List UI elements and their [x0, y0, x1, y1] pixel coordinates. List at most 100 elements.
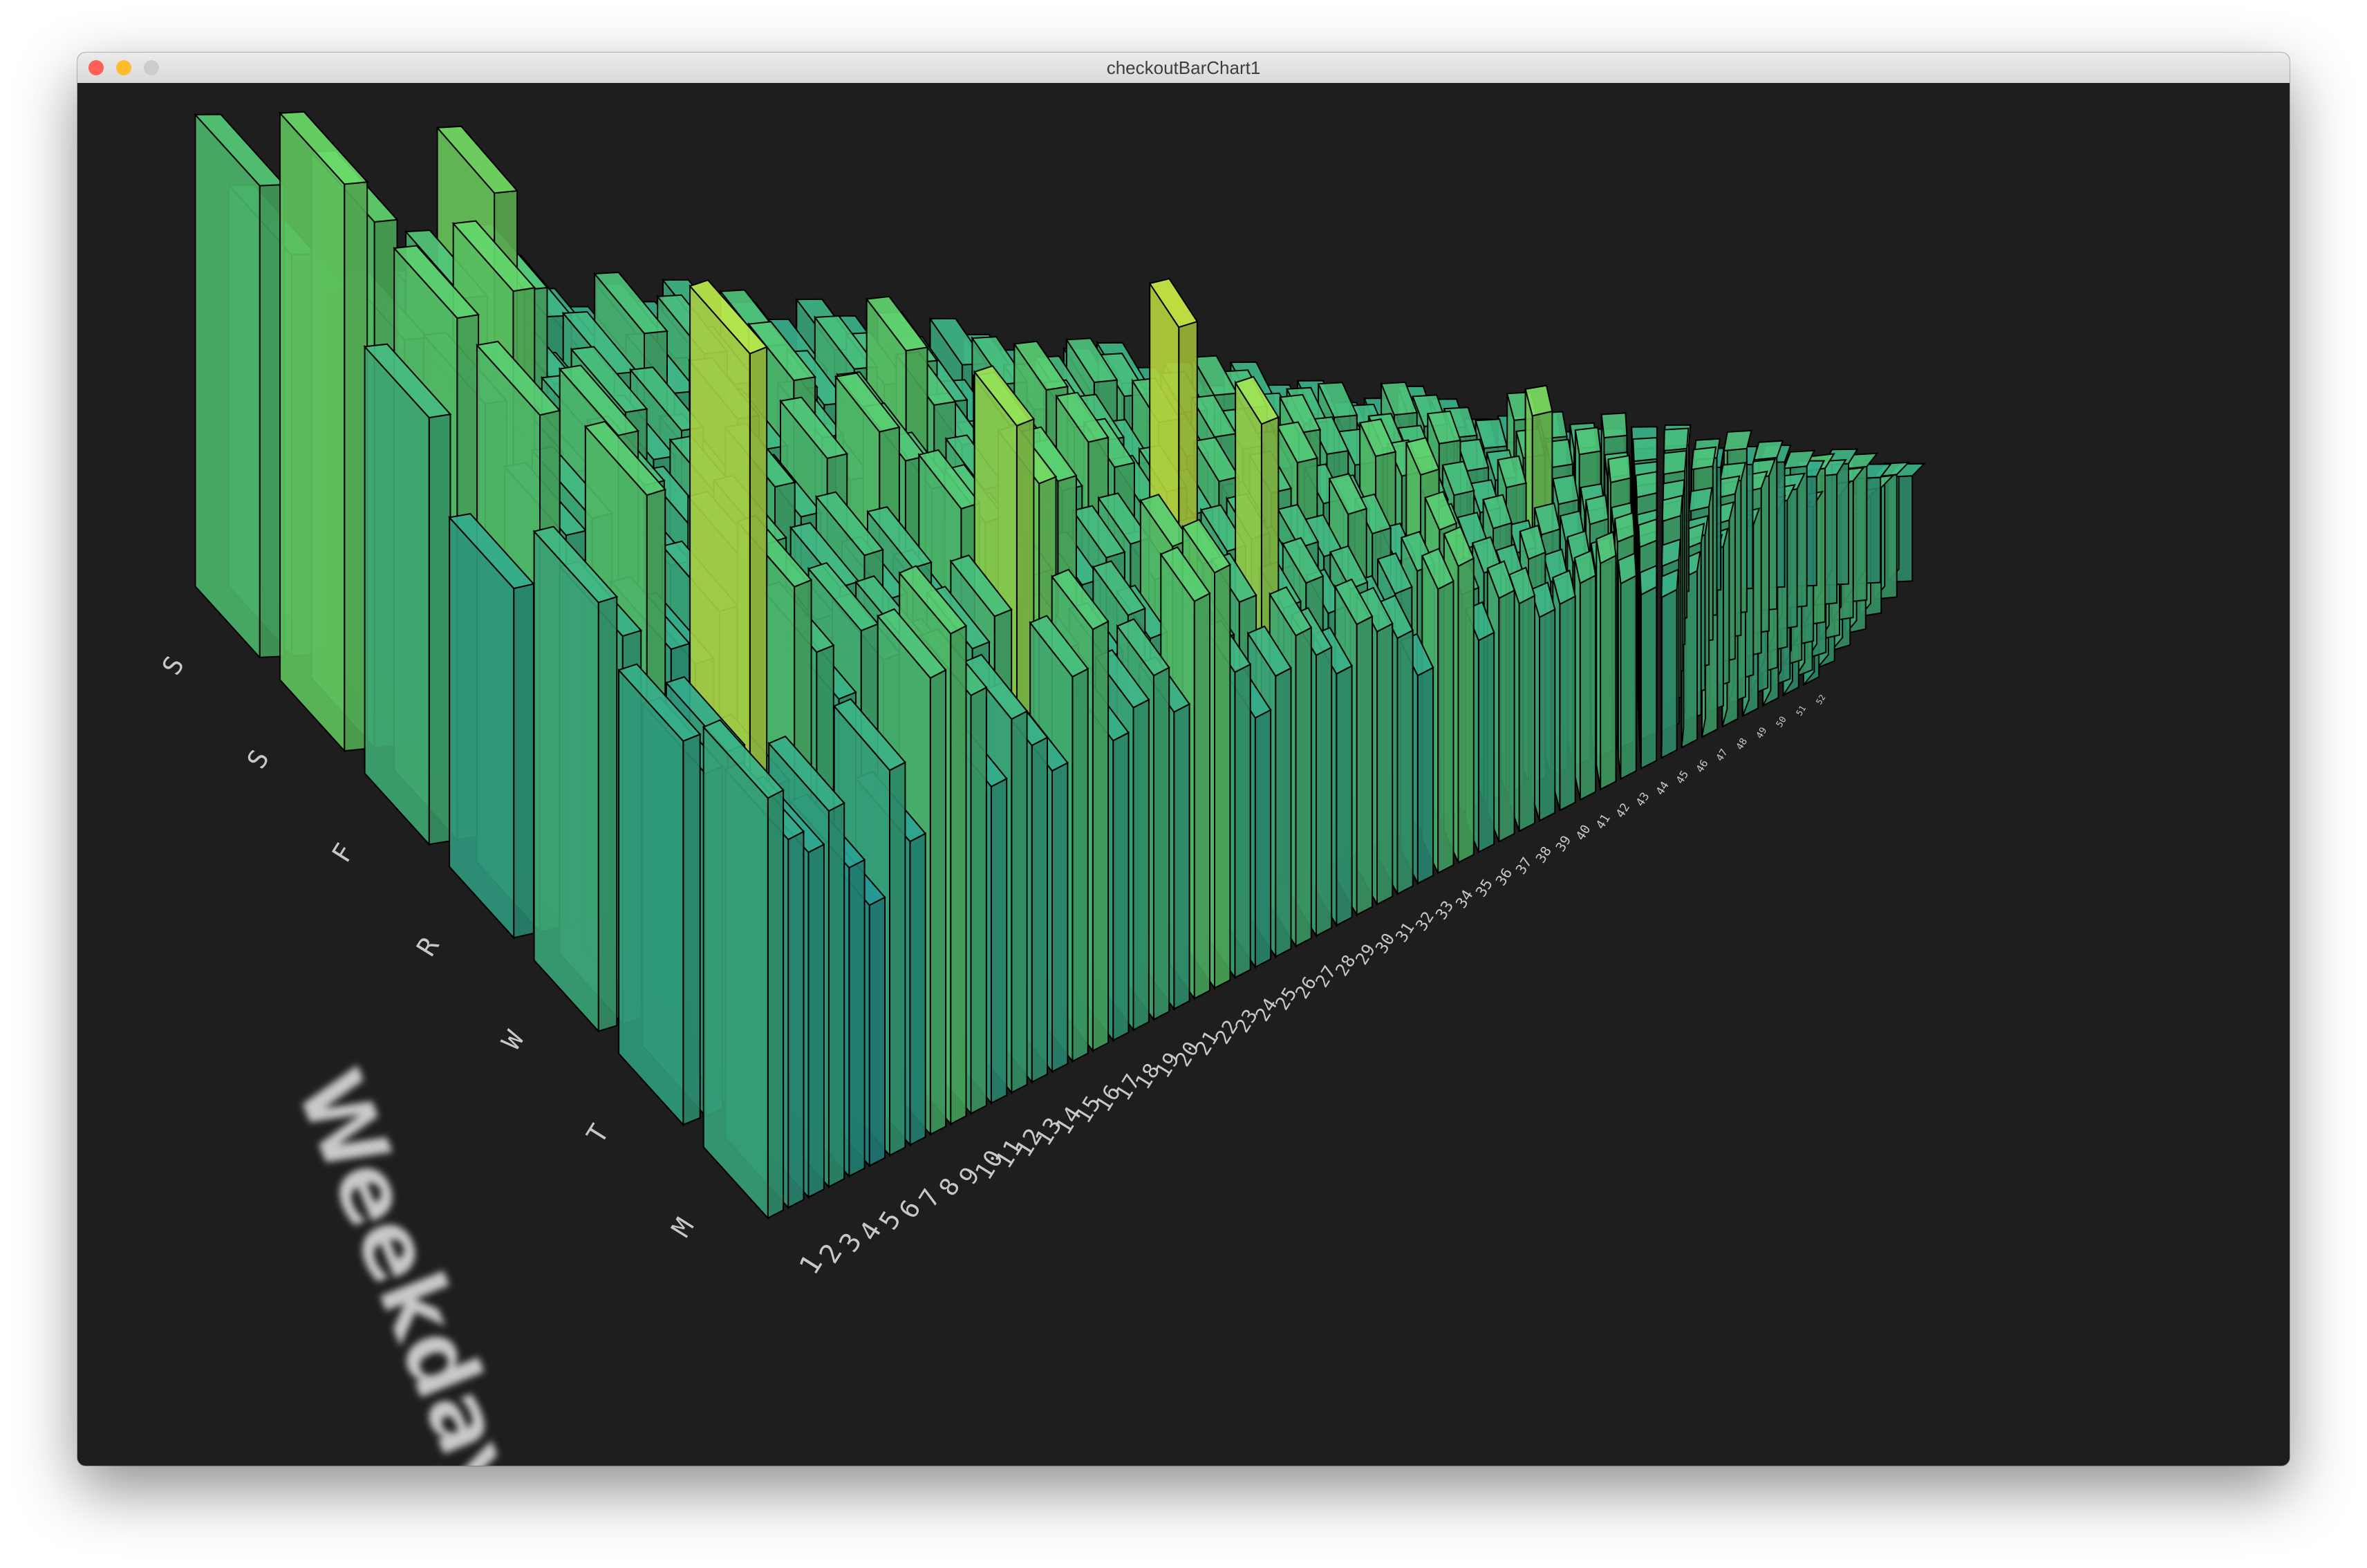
week-tick-label: 44 — [1653, 779, 1671, 798]
bar-front-face — [1416, 666, 1434, 885]
bar-side-face — [702, 725, 769, 1220]
bar-front-face — [1640, 586, 1658, 770]
bar-side-face — [1596, 539, 1602, 790]
bar-side-face — [449, 515, 515, 940]
bar-chart-3d[interactable]: MTWRFSS123456789101112131415161718192021… — [77, 83, 2290, 1466]
bar-top-face — [1635, 471, 1658, 498]
bar-front-face — [848, 858, 866, 1178]
bar-front-face — [767, 789, 785, 1220]
bar-front-face — [1376, 622, 1394, 906]
bar-front-face — [1275, 666, 1292, 958]
bar-front-face — [1193, 592, 1210, 1000]
bar — [1552, 569, 1576, 812]
week-tick-label: 49 — [1755, 726, 1769, 741]
bar — [278, 111, 369, 753]
bar-front-face — [1559, 595, 1576, 812]
chart-canvas[interactable]: M T W R F S S 1 2 3 4 5 6 7 8 9 10 11 12 13 14 15 16 17 18 19 20 21… — [77, 83, 2290, 1466]
week-tick-label: 42 — [1613, 801, 1633, 820]
week-tick-label: 37 — [1512, 855, 1535, 877]
bar-front-face — [1112, 731, 1130, 1042]
bar-side-face — [533, 530, 599, 1034]
weekday-tick-label: F — [326, 838, 359, 868]
bar-front-face — [1600, 554, 1617, 791]
bars-layer — [194, 111, 1926, 1220]
bar-side-face — [279, 111, 346, 753]
bar — [1660, 568, 1679, 760]
weekday-tick-label: M — [666, 1213, 700, 1242]
bar — [194, 113, 286, 660]
week-tick-label: 50 — [1775, 715, 1789, 729]
week-tick-label: 47 — [1714, 747, 1730, 763]
bar-side-face — [194, 113, 261, 660]
week-tick-label: 40 — [1573, 823, 1594, 843]
bar-front-face — [1336, 664, 1353, 927]
week-tick-label: 43 — [1633, 790, 1652, 809]
bar — [448, 513, 535, 940]
week-tick-label: 52 — [1814, 693, 1827, 706]
bar-side-face — [1617, 560, 1622, 779]
weekday-tick-label: W — [496, 1025, 530, 1055]
bar-front-face — [1660, 588, 1678, 760]
bar-front-face — [1173, 702, 1190, 1011]
bar-front-face — [1295, 626, 1312, 948]
week-tick-label: 51 — [1794, 704, 1808, 718]
bar-front-face — [1518, 594, 1535, 832]
bar — [1573, 550, 1597, 801]
bar-front-face — [1214, 563, 1231, 989]
bar-front-face — [1031, 736, 1048, 1083]
bar-front-face — [1152, 666, 1170, 1021]
bar-top-face — [1584, 494, 1609, 525]
bar-side-face — [1639, 572, 1642, 769]
bar — [1596, 531, 1617, 791]
week-tick-label: 39 — [1553, 833, 1574, 855]
bar-front-face — [1092, 620, 1110, 1052]
window-title: checkoutBarChart1 — [1106, 57, 1261, 78]
bar-front-face — [1132, 698, 1150, 1032]
bar-front-face — [807, 843, 825, 1199]
bar-side-face — [364, 344, 430, 846]
bar-front-face — [1011, 709, 1028, 1094]
bar-front-face — [1051, 761, 1069, 1073]
week-tick-label: 48 — [1734, 736, 1750, 752]
bar-side-face — [1660, 576, 1663, 758]
weekday-tick-label: S — [241, 745, 275, 774]
bar-side-face — [618, 668, 684, 1127]
bar-front-face — [950, 624, 967, 1126]
bar — [532, 525, 619, 1034]
weekday-axis-title: Weekday — [276, 1056, 545, 1466]
bar — [617, 663, 702, 1127]
week-tick-label: 38 — [1533, 843, 1555, 866]
bar-front-face — [1437, 580, 1454, 875]
bar-front-face — [1315, 646, 1333, 937]
bar — [363, 343, 452, 846]
bar-front-face — [513, 583, 534, 939]
bar-front-face — [597, 595, 618, 1032]
weekday-tick-label: T — [581, 1119, 615, 1149]
bar — [1617, 552, 1637, 781]
bar-top-face — [1663, 449, 1687, 476]
week-tick-label: 45 — [1673, 768, 1691, 786]
bar-front-face — [344, 181, 368, 752]
bar-front-face — [1477, 631, 1495, 854]
bar-front-face — [827, 801, 845, 1188]
bar-top-face — [1574, 427, 1602, 456]
bar-front-face — [929, 669, 947, 1136]
bar-front-face — [889, 761, 906, 1157]
bar-front-face — [1072, 667, 1089, 1063]
bar-front-face — [1356, 615, 1373, 916]
title-bar[interactable]: checkoutBarChart1 — [77, 53, 2290, 84]
bar-top-face — [1723, 429, 1752, 452]
bar-front-face — [1539, 608, 1556, 822]
bar-front-face — [428, 413, 451, 846]
week-tick-label: 41 — [1593, 812, 1613, 832]
bar-top-face — [1607, 454, 1631, 484]
bar-front-face — [868, 896, 886, 1167]
bar-top-face — [1663, 427, 1690, 452]
bar-front-face — [970, 686, 987, 1115]
bar-front-face — [787, 830, 805, 1209]
bar — [1639, 564, 1658, 770]
bar-top-face — [1600, 412, 1628, 439]
bar — [702, 719, 785, 1220]
bar-top-face — [1632, 437, 1658, 463]
bar-front-face — [1457, 557, 1475, 864]
